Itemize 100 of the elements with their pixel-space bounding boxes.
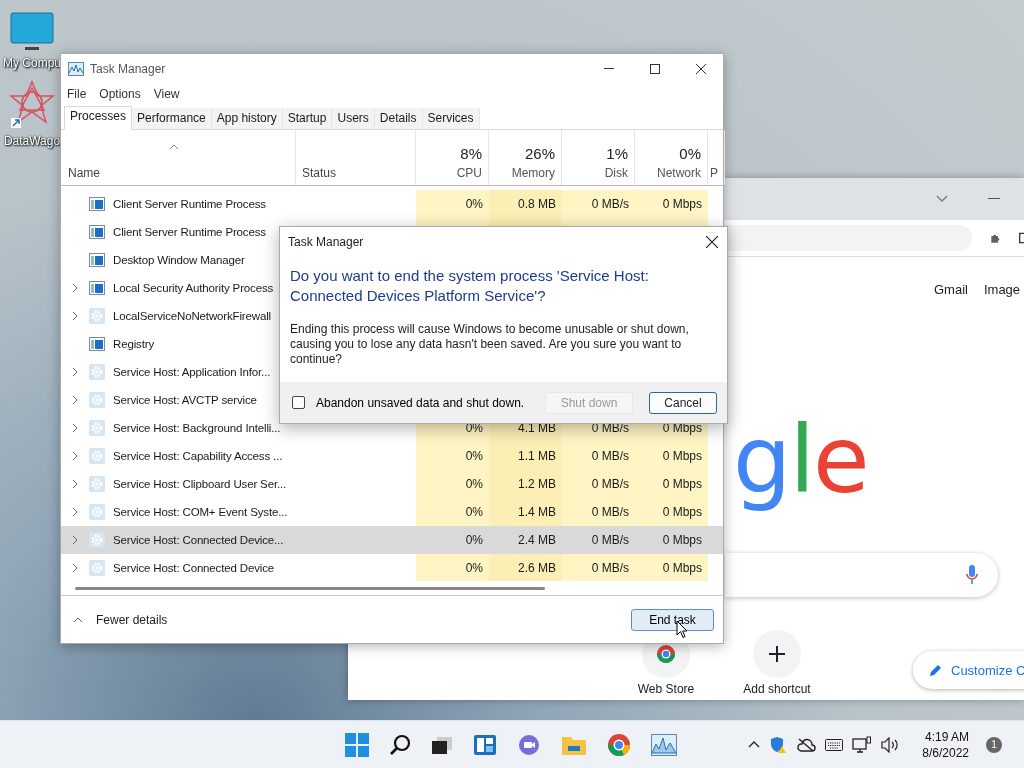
menu-item[interactable]: View [153, 87, 180, 101]
dialog-message: Ending this process will cause Windows to become unusable or shut down, causing you to lose any data hasn't been saved. Are you sure you want to continue? [290, 322, 690, 367]
fewer-details-link[interactable]: Fewer details [96, 612, 168, 627]
gear-icon [89, 420, 105, 436]
search-icon[interactable] [389, 733, 411, 756]
chat-icon[interactable] [517, 733, 541, 756]
column-header[interactable]: P [710, 166, 718, 180]
chevron-right-icon[interactable] [72, 395, 78, 405]
window-icon[interactable] [1018, 230, 1024, 246]
column-header[interactable]: Network [657, 166, 701, 180]
usage-percent: 8% [460, 145, 482, 162]
chevron-right-icon[interactable] [72, 563, 78, 573]
tab[interactable]: Users [332, 108, 375, 129]
table-cell: 1.2 MB [489, 470, 562, 498]
process-name[interactable]: Service Host: Clipboard User Ser... [113, 478, 287, 490]
shortcut-label[interactable]: Add shortcut [743, 682, 811, 696]
chevron-right-icon[interactable] [72, 283, 78, 293]
process-name[interactable]: LocalServiceNoNetworkFirewall [113, 310, 271, 322]
chevron-right-icon[interactable] [72, 423, 78, 433]
chevron-right-icon[interactable] [72, 479, 78, 489]
column-header[interactable]: Disk [604, 166, 628, 180]
chrome-logo-icon[interactable] [607, 732, 631, 757]
minimize-icon[interactable] [988, 198, 1000, 200]
clock-time[interactable]: 4:19 AM [924, 728, 969, 745]
close-icon[interactable] [706, 235, 718, 248]
gear-icon [89, 532, 105, 548]
task-view-icon[interactable] [431, 734, 453, 755]
column-header[interactable]: Memory [511, 166, 555, 180]
plus-icon [768, 645, 786, 663]
monitor-icon[interactable] [10, 12, 54, 52]
selected-row[interactable]: Service Host: Connected Device... 0% 2.4 MB 0 MB/s 0 Mbps [61, 526, 723, 554]
chevron-down-icon[interactable] [936, 195, 948, 203]
process-name[interactable]: Local Security Authority Process [113, 282, 274, 294]
column-header[interactable]: Name [68, 166, 289, 180]
tab[interactable]: App history [211, 108, 283, 129]
clock-date[interactable]: 8/6/2022 [922, 744, 969, 761]
widgets-icon[interactable] [473, 733, 497, 756]
end-task-button[interactable]: End task [631, 608, 714, 631]
gear-icon [89, 392, 105, 408]
chevron-right-icon[interactable] [72, 451, 78, 461]
scrollbar-thumb[interactable] [75, 586, 545, 590]
notification-badge[interactable]: 1 [986, 736, 1002, 753]
tab[interactable]: Details [374, 108, 423, 129]
star-pattern-icon[interactable] [9, 80, 55, 130]
process-name[interactable]: Service Host: AVCTP service [113, 394, 257, 406]
chevron-up-icon[interactable] [748, 741, 761, 748]
process-name[interactable]: Service Host: Connected Device [113, 562, 275, 574]
process-name[interactable]: Service Host: Background Intelli... [113, 422, 281, 434]
chart-icon [68, 61, 84, 76]
chevron-right-icon[interactable] [72, 535, 78, 545]
table-cell: 0 Mbps [635, 190, 708, 218]
window-icon [89, 197, 105, 211]
keyboard-icon[interactable] [825, 738, 844, 751]
maximize-icon[interactable] [650, 63, 660, 74]
column-header[interactable]: CPU [456, 166, 482, 180]
checkbox[interactable] [292, 396, 305, 409]
table-cell: 0 MB/s [562, 498, 635, 526]
chevron-right-icon[interactable] [72, 507, 78, 517]
gear-icon [89, 448, 105, 464]
tab[interactable]: Performance [132, 108, 212, 129]
table-cell: 0 MB/s [562, 470, 635, 498]
window-icon [89, 225, 105, 239]
sort-up-icon[interactable] [169, 144, 179, 150]
process-name[interactable]: Service Host: Connected Device... [113, 534, 284, 546]
shield-warning-icon[interactable] [769, 735, 788, 754]
table-cell: 0 Mbps [635, 442, 708, 470]
process-name[interactable]: Client Server Runtime Process [113, 226, 266, 238]
header-link[interactable]: Image [983, 282, 1021, 297]
menu-item[interactable]: File [67, 87, 87, 101]
menu-item[interactable]: Options [99, 87, 141, 101]
process-name[interactable]: Service Host: Capability Access ... [113, 450, 283, 462]
chevron-right-icon[interactable] [72, 367, 78, 377]
header-link[interactable]: Gmail [934, 282, 968, 297]
column-header[interactable]: Status [302, 166, 409, 180]
window-icon [89, 253, 105, 267]
process-name[interactable]: Desktop Window Manager [113, 254, 245, 266]
table-cell: 0 Mbps [635, 498, 708, 526]
tab[interactable]: Services [422, 108, 480, 129]
chevron-right-icon[interactable] [72, 311, 78, 321]
microphone-icon[interactable] [966, 565, 978, 585]
table-cell: 0 MB/s [562, 442, 635, 470]
cloud-off-icon[interactable] [796, 737, 817, 752]
shortcut-label[interactable]: Web Store [637, 682, 695, 696]
tab[interactable]: Startup [282, 108, 333, 129]
checkbox-label[interactable]: Abandon unsaved data and shut down. [316, 395, 539, 410]
process-name[interactable]: Registry [113, 338, 154, 350]
tab[interactable]: Processes [64, 106, 133, 130]
chart-icon[interactable] [651, 733, 677, 756]
window-title: Task Manager [90, 61, 166, 76]
windows-start-icon[interactable] [345, 732, 369, 757]
shortcut-tile[interactable] [753, 630, 801, 678]
process-name[interactable]: Service Host: Application Infor... [113, 366, 271, 378]
close-icon[interactable] [696, 63, 706, 74]
usage-percent: 0% [679, 145, 701, 162]
dialog-button[interactable]: Cancel [649, 391, 717, 414]
process-name[interactable]: Client Server Runtime Process [113, 198, 266, 210]
process-name[interactable]: Service Host: COM+ Event Syste... [113, 506, 288, 518]
table-cell: 0 MB/s [562, 554, 635, 581]
network-icon[interactable] [852, 735, 873, 754]
chevron-up-icon[interactable] [73, 616, 83, 623]
